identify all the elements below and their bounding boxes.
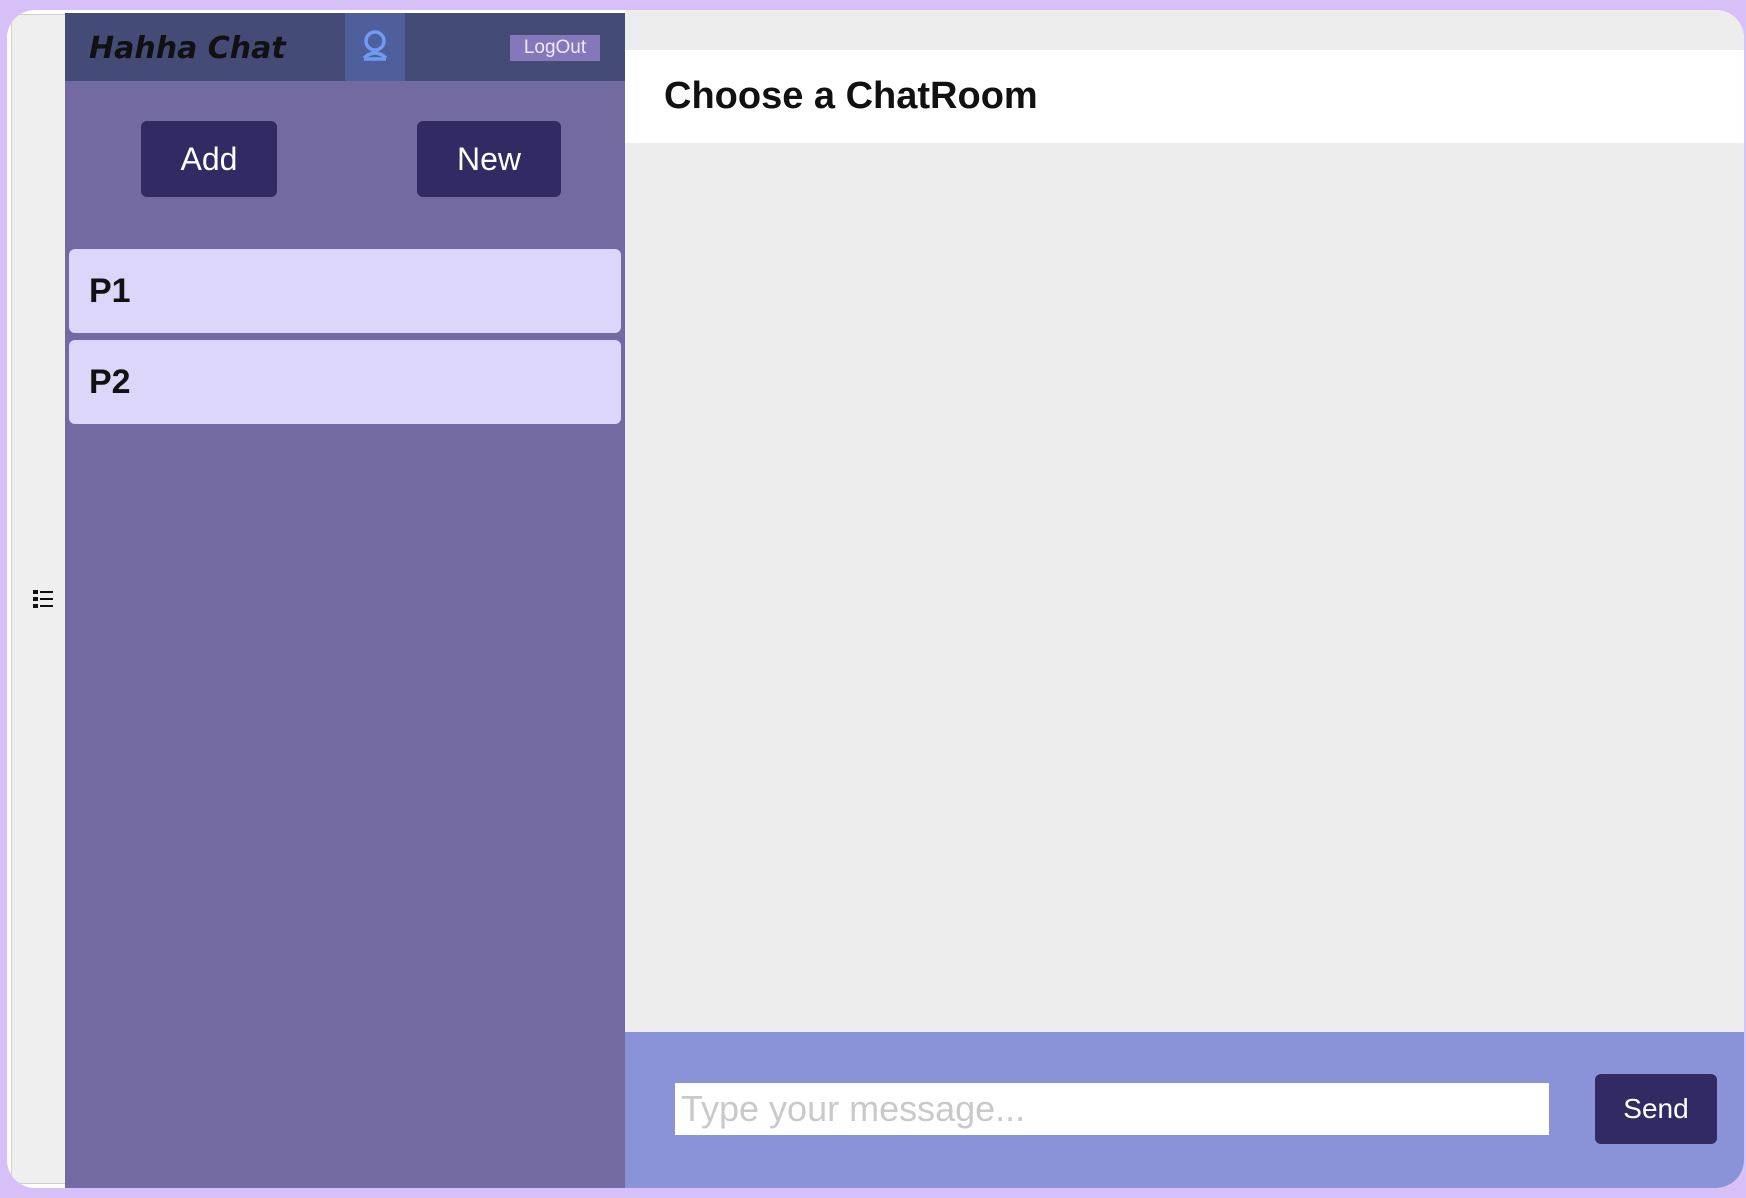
side-rail	[11, 14, 69, 1184]
chat-title: Choose a ChatRoom	[664, 75, 1038, 117]
logout-button[interactable]: LogOut	[510, 35, 600, 61]
room-item-p1[interactable]: P1	[69, 249, 621, 333]
chat-panel: Choose a ChatRoom Send	[625, 10, 1744, 1188]
compose-bar: Send	[625, 1032, 1744, 1188]
profile-button[interactable]	[345, 13, 405, 81]
message-input[interactable]	[674, 1082, 1550, 1136]
app-title: Hahha Chat	[89, 31, 286, 66]
new-button[interactable]: New	[417, 121, 561, 197]
chat-header: Choose a ChatRoom	[625, 50, 1744, 143]
app-window: Hahha Chat LogOut Add New P1 P2 Choose a…	[7, 10, 1744, 1188]
chat-room-list: P1 P2	[69, 249, 621, 431]
user-icon	[360, 28, 390, 67]
sidebar-top-bar: Hahha Chat LogOut	[65, 13, 625, 81]
list-icon[interactable]	[31, 587, 55, 611]
add-button[interactable]: Add	[141, 121, 277, 197]
room-item-label: P2	[89, 362, 131, 401]
room-item-label: P1	[89, 271, 131, 310]
sidebar: Hahha Chat LogOut Add New P1 P2	[65, 13, 625, 1188]
send-button[interactable]: Send	[1595, 1074, 1717, 1144]
room-item-p2[interactable]: P2	[69, 340, 621, 424]
